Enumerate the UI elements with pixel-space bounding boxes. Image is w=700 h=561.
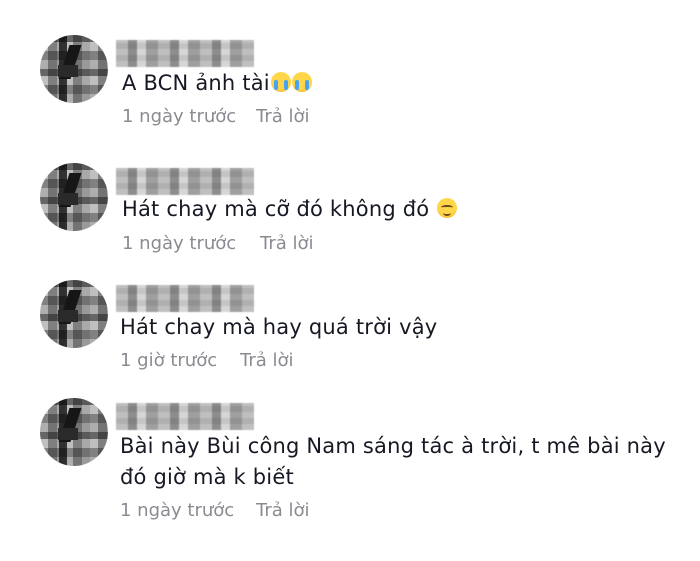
comment-list: A BCN ảnh tài 1 ngày trước Trả lời Hát c…	[0, 0, 700, 561]
relieved-face-icon	[437, 198, 458, 218]
reply-button[interactable]: Trả lời	[240, 350, 294, 371]
comment-timestamp: 1 ngày trước	[120, 500, 235, 521]
avatar[interactable]	[40, 35, 108, 103]
avatar[interactable]	[40, 398, 108, 466]
comment-timestamp: 1 ngày trước	[122, 106, 237, 127]
username-blurred[interactable]	[116, 40, 254, 67]
reply-button[interactable]: Trả lời	[260, 233, 314, 254]
comment-text-body: Hát chay mà cỡ đó không đó	[122, 197, 430, 221]
comment-text: A BCN ảnh tài	[122, 68, 312, 99]
avatar[interactable]	[40, 280, 108, 348]
username-blurred[interactable]	[116, 168, 254, 195]
username-blurred[interactable]	[116, 403, 254, 430]
username-blurred[interactable]	[116, 285, 254, 312]
comment-timestamp: 1 ngày trước	[122, 233, 237, 254]
loudly-crying-face-icon	[291, 72, 312, 92]
comment-text: Hát chay mà cỡ đó không đó	[122, 194, 458, 225]
comment-text-line: đó giờ mà k biết	[120, 465, 294, 489]
comment-text-body: A BCN ảnh tài	[122, 71, 270, 95]
comment-text-line: Bài này Bùi công Nam sáng tác à trời, t …	[120, 434, 666, 458]
comment-text: Hát chay mà hay quá trời vậy	[120, 312, 437, 343]
comment-text-body: Hát chay mà hay quá trời vậy	[120, 315, 438, 339]
reply-button[interactable]: Trả lời	[256, 500, 310, 521]
loudly-crying-face-icon	[270, 72, 291, 92]
avatar[interactable]	[40, 163, 108, 231]
comment-text: Bài này Bùi công Nam sáng tác à trời, t …	[120, 431, 666, 493]
reply-button[interactable]: Trả lời	[256, 106, 310, 127]
comment-timestamp: 1 giờ trước	[120, 350, 218, 371]
